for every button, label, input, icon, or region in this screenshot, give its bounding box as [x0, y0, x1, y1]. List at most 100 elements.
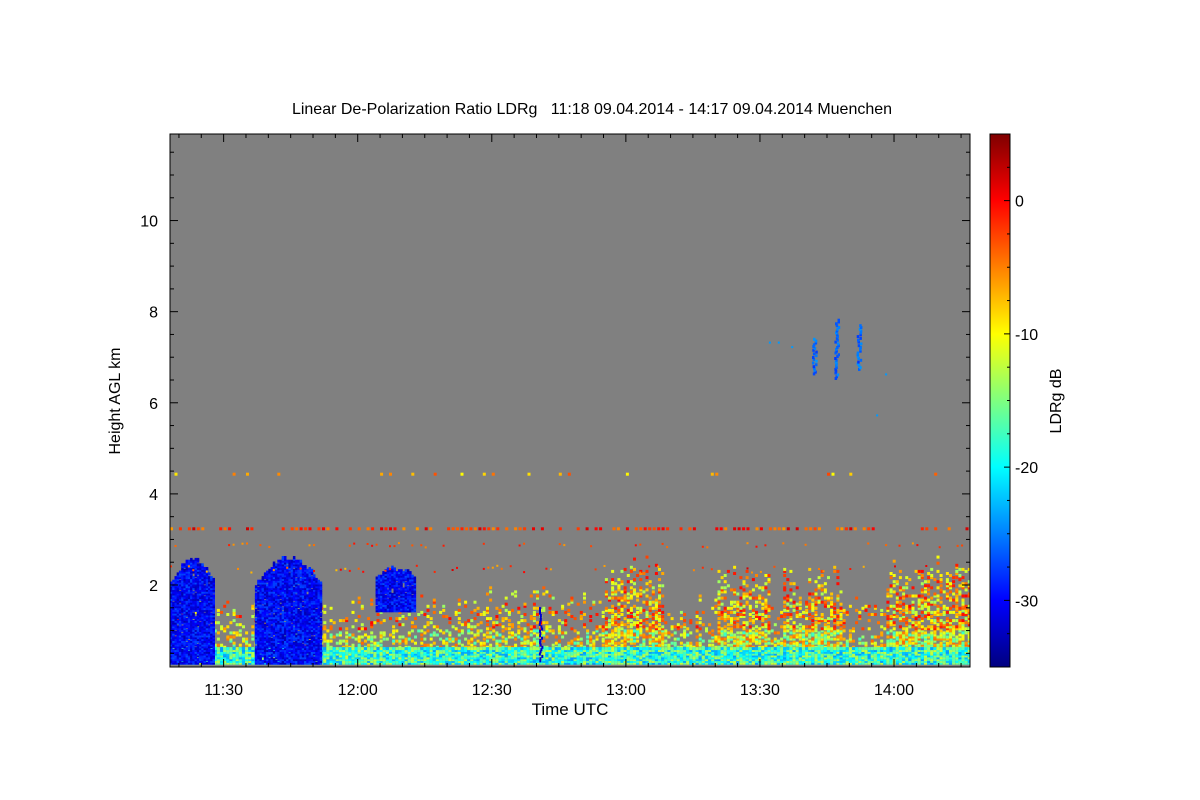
bl-cell [889, 588, 893, 592]
surface-cell [489, 647, 493, 651]
bl-cell [611, 608, 615, 612]
surface-cell [570, 647, 574, 651]
bl-cell [398, 635, 402, 639]
surface-cell [745, 647, 749, 651]
bl-cell [576, 602, 580, 606]
bl-cell [611, 578, 615, 582]
bl-cell [936, 635, 940, 639]
bl-cell [683, 619, 687, 623]
surface-cell [332, 647, 336, 651]
surface-cell [905, 647, 909, 651]
bl-cell [792, 604, 796, 608]
bl-cell [764, 623, 768, 627]
bl-cell [802, 625, 805, 629]
surface-cell [382, 647, 386, 651]
surface-cell [401, 647, 405, 651]
bl-cell [814, 621, 818, 625]
bl-cell [895, 580, 899, 584]
bl-cell [457, 633, 461, 637]
bl-cell [792, 621, 796, 625]
bl-cell [730, 600, 733, 604]
bl-cell [708, 643, 712, 647]
bl-cell [661, 610, 665, 614]
bl-cell [629, 565, 633, 569]
bl-cell [895, 641, 899, 645]
bl-cell [726, 631, 730, 635]
bl-cell [658, 594, 661, 598]
bl-cell [927, 588, 931, 592]
bl-cell [620, 596, 624, 600]
bl-cell [736, 617, 740, 621]
bl-cell [739, 635, 743, 639]
bl-cell [373, 641, 377, 645]
bl-cell [842, 629, 846, 633]
bl-cell [683, 643, 687, 647]
bl-cell [698, 641, 702, 645]
bl-cell [454, 643, 458, 647]
bl-cell [811, 592, 815, 596]
bl-cell [623, 594, 627, 598]
bl-cell [423, 637, 427, 641]
bl-cell [945, 578, 949, 582]
bl-cell [711, 629, 715, 633]
bl-cell [686, 627, 690, 631]
bl-cell [376, 613, 380, 616]
bl-cell [908, 578, 912, 582]
bl-cell [839, 627, 843, 631]
bl-cell [786, 613, 790, 616]
bl-cell [435, 633, 439, 637]
bl-cell [583, 596, 586, 600]
surface-cell [902, 647, 906, 651]
bl-cell [385, 637, 389, 641]
surface-cell [395, 647, 399, 651]
bl-cell [379, 631, 383, 635]
bl-cell [720, 610, 724, 614]
bl-cell [620, 580, 624, 584]
bl-cell [633, 639, 636, 643]
surface-cell [629, 647, 633, 651]
bl-cell [920, 641, 924, 645]
surface-cell [764, 647, 768, 651]
bl-cell [251, 637, 255, 641]
bl-cell [370, 631, 374, 635]
bl-cell [739, 576, 743, 580]
bl-cell [783, 621, 787, 625]
bl-cell [679, 617, 683, 621]
bl-cell [573, 617, 577, 621]
surface-cell [639, 647, 643, 651]
bl-cell [379, 639, 383, 643]
bl-cell [536, 613, 539, 616]
bl-cell [723, 641, 727, 645]
bl-cell [936, 604, 940, 608]
bl-cell [589, 606, 593, 610]
bl-cell [886, 588, 890, 592]
bl-cell [873, 635, 877, 639]
bl-cell [827, 604, 830, 608]
bl-cell [629, 590, 633, 594]
bl-cell [827, 635, 830, 639]
bl-cell [442, 604, 446, 608]
bl-cell [883, 643, 887, 647]
bl-cell [726, 569, 730, 573]
bl-cell [629, 629, 633, 633]
bl-cell [486, 617, 489, 621]
bl-cell [629, 615, 633, 618]
bl-cell [836, 641, 840, 645]
bl-cell [623, 623, 627, 627]
bl-cell [470, 625, 474, 629]
bl-cell [827, 625, 830, 629]
bl-cell [924, 631, 927, 635]
bl-cell [617, 641, 621, 645]
bl-cell [651, 629, 655, 633]
bl-cell [930, 600, 934, 604]
surface-cell [457, 647, 461, 651]
bl-cell [911, 594, 915, 598]
bl-cell [836, 635, 840, 639]
bl-cell [523, 602, 527, 606]
bl-cell [648, 580, 652, 584]
bl-cell [626, 629, 630, 633]
bl-cell [864, 608, 868, 612]
surface-cell [936, 647, 940, 651]
bl-cell [542, 586, 546, 590]
bl-cell [817, 617, 821, 621]
